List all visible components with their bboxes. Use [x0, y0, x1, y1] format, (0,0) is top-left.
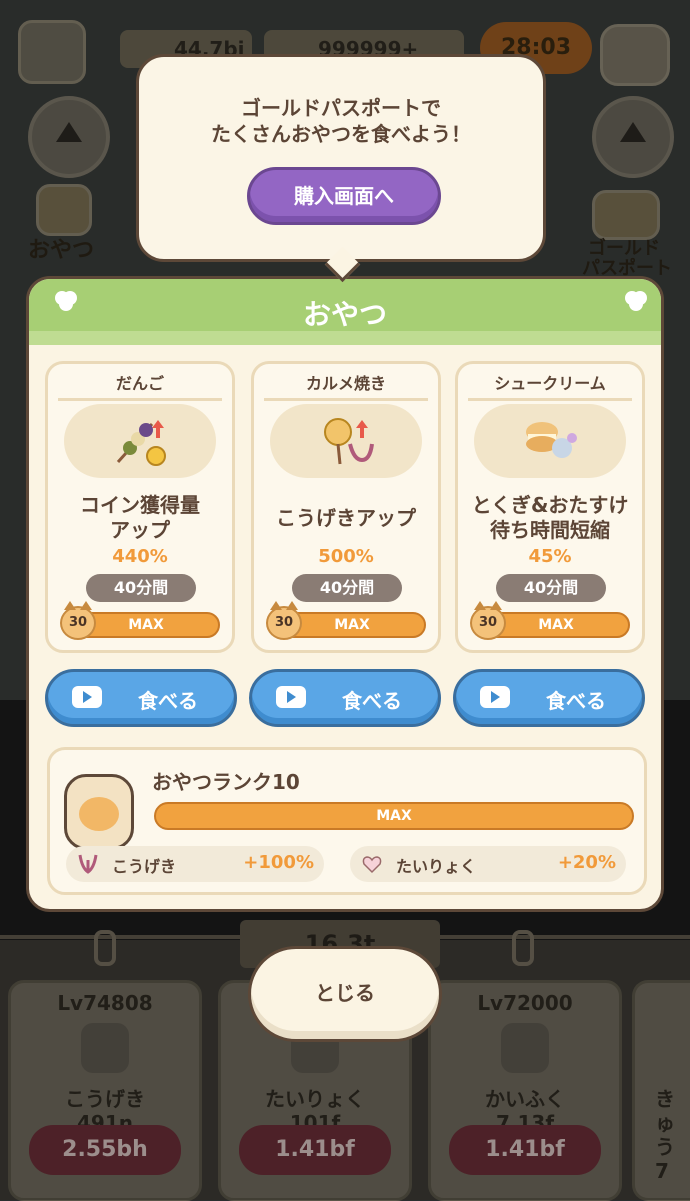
- snack-effect-value: 440%: [112, 546, 168, 567]
- claw-icon: [78, 854, 98, 874]
- bonus-label: たいりょく: [396, 857, 477, 876]
- snack-image: [64, 404, 216, 478]
- close-button[interactable]: とじる: [248, 946, 442, 1042]
- snack-duration: 40分間: [86, 574, 196, 602]
- bonus-value: +20%: [557, 852, 616, 873]
- attack-bonus: こうげき +100%: [66, 846, 324, 882]
- snack-image: [474, 404, 626, 478]
- snack-effect-value: 500%: [318, 546, 374, 567]
- panel-header: おやつ: [29, 279, 661, 345]
- bonus-value: +100%: [243, 852, 314, 873]
- cream-puff-icon: [526, 422, 577, 458]
- snack-effect: こうげきアップ: [276, 505, 416, 530]
- snack-image: [270, 404, 422, 478]
- tooltip-line-2: たくさんおやつを食べよう！: [211, 122, 471, 146]
- snack-rank-section: おやつランク10 MAX こうげき +100% たいりょく +20%: [47, 747, 647, 895]
- go-to-purchase-button[interactable]: 購入画面へ: [247, 167, 441, 225]
- play-video-icon: [276, 686, 306, 708]
- snack-effect: とくぎ&おたすけ 待ち時間短縮: [471, 493, 629, 542]
- eat-button-label: 食べる: [342, 689, 402, 713]
- heart-cat-icon: [362, 856, 382, 874]
- cat-level-badge: 30: [266, 601, 302, 640]
- play-video-icon: [480, 686, 510, 708]
- snack-effect-value: 45%: [528, 546, 572, 567]
- eat-button-label: 食べる: [546, 689, 606, 713]
- snack-bag-icon: [64, 774, 134, 850]
- cat-level-badge: 30: [60, 601, 96, 640]
- snack-card-dango: だんご コイン獲得量 アップ 440% 40分間 MAX 30: [45, 361, 235, 653]
- play-video-icon: [72, 686, 102, 708]
- cat-level-badge: 30: [470, 601, 506, 640]
- health-bonus: たいりょく +20%: [350, 846, 626, 882]
- snack-name: カルメ焼き: [264, 370, 428, 401]
- snack-card-cream-puff: シュークリーム とくぎ&おたすけ 待ち時間短縮 45% 40分間 MAX 30: [455, 361, 645, 653]
- snack-name: シュークリーム: [468, 370, 632, 401]
- karume-icon: [324, 418, 374, 465]
- tooltip-message: ゴールドパスポートで たくさんおやつを食べよう！: [139, 95, 543, 147]
- snack-effect: コイン獲得量 アップ: [80, 493, 200, 542]
- eat-button-dango[interactable]: 食べる: [45, 669, 237, 727]
- bonus-label: こうげき: [112, 857, 177, 876]
- snack-duration: 40分間: [292, 574, 402, 602]
- eat-button-cream-puff[interactable]: 食べる: [453, 669, 645, 727]
- tooltip-line-1: ゴールドパスポートで: [241, 96, 441, 120]
- gold-pass-tooltip: ゴールドパスポートで たくさんおやつを食べよう！ 購入画面へ: [136, 54, 546, 262]
- snack-panel: おやつ だんご コイン獲得量 アップ 440% 40分間 MAX 30 カルメ焼き: [26, 276, 664, 912]
- panel-title: おやつ: [302, 298, 387, 331]
- snack-duration: 40分間: [496, 574, 606, 602]
- grass-decoration: [29, 331, 661, 345]
- rank-title: おやつランク10: [152, 770, 300, 794]
- eat-button-karume[interactable]: 食べる: [249, 669, 441, 727]
- rank-progress-bar: MAX: [154, 802, 634, 830]
- snack-name: だんご: [58, 370, 222, 401]
- eat-button-label: 食べる: [138, 689, 198, 713]
- dango-icon: [116, 420, 166, 466]
- snack-card-karume: カルメ焼き こうげきアップ 500% 40分間 MAX 30: [251, 361, 441, 653]
